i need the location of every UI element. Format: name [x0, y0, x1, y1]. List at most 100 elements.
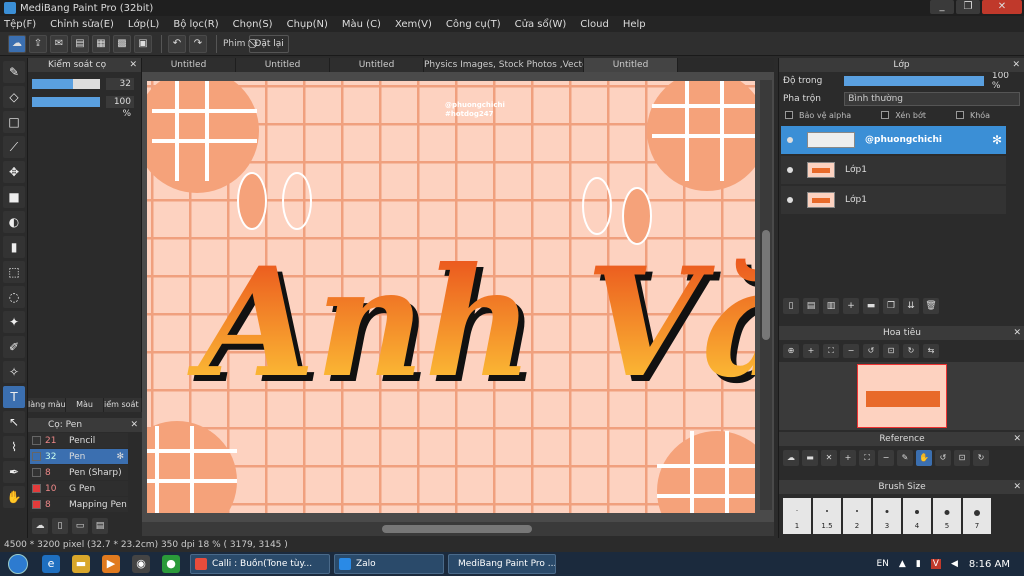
redo-icon[interactable]: ↷	[189, 34, 207, 53]
size-value[interactable]: 32	[106, 78, 134, 90]
folder-icon[interactable]: ▬	[863, 298, 879, 314]
horizontal-scroll-thumb[interactable]	[382, 525, 532, 533]
new-layer-1bit-icon[interactable]: ▥	[823, 298, 839, 314]
blend-select[interactable]: Bình thường	[844, 92, 1020, 106]
select-eraser-icon[interactable]: ✧	[3, 361, 25, 383]
undo-icon[interactable]: ↶	[168, 34, 186, 53]
bucket-tool-icon[interactable]: ◐	[3, 211, 25, 233]
brush-size-cell[interactable]: 1.5	[813, 498, 841, 534]
brush-item[interactable]: 10 G Pen	[30, 481, 128, 496]
lasso-icon[interactable]: ◌	[3, 286, 25, 308]
visibility-icon[interactable]	[787, 167, 793, 173]
visibility-icon[interactable]	[787, 197, 793, 203]
menu-filter[interactable]: Bộ lọc(R)	[173, 19, 218, 30]
tab-palette[interactable]: làng màu	[28, 398, 66, 412]
taskbar-item[interactable]: Calli : Buồn(Tone tùy...	[190, 554, 330, 574]
brush-size-cell[interactable]: 3	[873, 498, 901, 534]
new-layer-8bit-icon[interactable]: ▤	[803, 298, 819, 314]
gear-icon[interactable]: ✻	[116, 452, 124, 462]
close-icon[interactable]: ✕	[1013, 480, 1021, 494]
close-button[interactable]: ✕	[982, 0, 1022, 14]
close-icon[interactable]: ✕	[1013, 326, 1021, 340]
horizontal-scrollbar[interactable]	[142, 522, 774, 536]
zoom-out-icon[interactable]: −	[843, 344, 859, 358]
rotate-left-icon[interactable]: ↺	[863, 344, 879, 358]
close-icon[interactable]: ✕	[1013, 432, 1021, 446]
clock[interactable]: 8:16 AM	[969, 559, 1010, 570]
brush-size-cell[interactable]: 5	[933, 498, 961, 534]
zoom-fit-icon[interactable]: ⊕	[783, 344, 799, 358]
cloud-brush-icon[interactable]: ☁	[32, 518, 48, 534]
hand-tool-icon[interactable]: ✋	[3, 486, 25, 508]
language-indicator[interactable]: EN	[877, 559, 889, 569]
chrome-icon[interactable]: ●	[162, 555, 180, 573]
share-icon[interactable]: ⇪	[29, 34, 47, 53]
minimize-button[interactable]: _	[930, 0, 954, 14]
flip-icon[interactable]: ⇆	[923, 344, 939, 358]
magic-wand-icon[interactable]: ✦	[3, 311, 25, 333]
menu-layer[interactable]: Lớp(L)	[128, 19, 159, 30]
reset-icon[interactable]: ⊡	[954, 450, 970, 466]
pen-icon[interactable]: ✎	[897, 450, 913, 466]
menu-window[interactable]: Cửa sổ(W)	[515, 19, 567, 30]
zoom-in-icon[interactable]: +	[803, 344, 819, 358]
pen-tool-icon[interactable]: ✒	[3, 461, 25, 483]
brush-size-cell[interactable]: 2	[843, 498, 871, 534]
menu-color[interactable]: Màu (C)	[342, 19, 381, 30]
operation-tool-icon[interactable]: ↖	[3, 411, 25, 433]
rotate-right-icon[interactable]: ↻	[903, 344, 919, 358]
brush-size-cell[interactable]: 4	[903, 498, 931, 534]
close-icon[interactable]: ✕	[129, 58, 137, 72]
close-icon[interactable]: ✕	[130, 418, 138, 432]
new-layer-icon[interactable]: ▯	[783, 298, 799, 314]
navigator-thumbnail[interactable]	[857, 364, 947, 428]
menu-tools[interactable]: Công cụ(T)	[446, 19, 501, 30]
grid-icon[interactable]: ▩	[113, 34, 131, 53]
cloud-icon[interactable]: ☁	[783, 450, 799, 466]
brush-size-cell[interactable]: 1	[783, 498, 811, 534]
tab-document[interactable]: Physics Images, Stock Photos ,Vectors.jp…	[424, 58, 584, 72]
app-icon[interactable]: ◉	[132, 555, 150, 573]
volume-icon[interactable]: ◀	[951, 559, 958, 569]
tray-arrow-icon[interactable]: ▲	[899, 559, 906, 569]
rotate-right-icon[interactable]: ↻	[973, 450, 989, 466]
fit-icon[interactable]: ⛶	[859, 450, 875, 466]
drawing-canvas[interactable]: @phuongchichi #hotdog247 Anh Văn Anh Văn	[147, 81, 755, 513]
menu-help[interactable]: Help	[623, 19, 646, 30]
taskbar-item[interactable]: Zalo	[334, 554, 444, 574]
menu-edit[interactable]: Chỉnh sửa(E)	[50, 19, 114, 30]
layer-row[interactable]: @phuongchichi ✻	[781, 126, 1006, 154]
lock-checkbox[interactable]: Khóa	[955, 111, 990, 120]
menu-select[interactable]: Chọn(S)	[233, 19, 273, 30]
reset-button[interactable]: ⃠ Đặt lại	[249, 34, 289, 53]
vertical-scrollbar[interactable]	[760, 80, 772, 510]
brush-item[interactable]: 8 Pen (Sharp)	[30, 465, 128, 480]
open-folder-icon[interactable]: ▬	[802, 450, 818, 466]
start-button[interactable]	[0, 552, 36, 576]
hand-icon[interactable]: ✋	[916, 450, 932, 466]
zoom-in-icon[interactable]: +	[840, 450, 856, 466]
add-layer-menu-icon[interactable]: +	[843, 298, 859, 314]
gradient-tool-icon[interactable]: ▮	[3, 236, 25, 258]
line-tool-icon[interactable]: ⟋	[3, 136, 25, 158]
select-rect-icon[interactable]: ⬚	[3, 261, 25, 283]
layer-row[interactable]: Lớp1	[781, 156, 1006, 184]
close-ref-icon[interactable]: ✕	[821, 450, 837, 466]
tiles-icon[interactable]: ▣	[134, 34, 152, 53]
maximize-button[interactable]: ❐	[956, 0, 980, 14]
tab-color[interactable]: Màu	[66, 398, 104, 412]
brush-item[interactable]: 21 Pencil	[30, 433, 128, 448]
menu-view[interactable]: Xem(V)	[395, 19, 432, 30]
brush-item[interactable]: 32 Pen ✻	[30, 449, 128, 464]
tab-brush-control[interactable]: iểm soát cọ	[104, 398, 142, 412]
tab-document[interactable]: Untitled	[142, 58, 236, 72]
tab-document[interactable]: Untitled	[236, 58, 330, 72]
select-pen-icon[interactable]: ✐	[3, 336, 25, 358]
gear-icon[interactable]: ✻	[992, 133, 1002, 147]
delete-layer-icon[interactable]: 🗑	[923, 298, 939, 314]
layer-opacity-slider[interactable]	[844, 76, 984, 86]
move-tool-icon[interactable]: ✥	[3, 161, 25, 183]
menu-file[interactable]: Tệp(F)	[4, 19, 36, 30]
menu-snap[interactable]: Chụp(N)	[287, 19, 328, 30]
brush-size-cell[interactable]: 7	[963, 498, 991, 534]
